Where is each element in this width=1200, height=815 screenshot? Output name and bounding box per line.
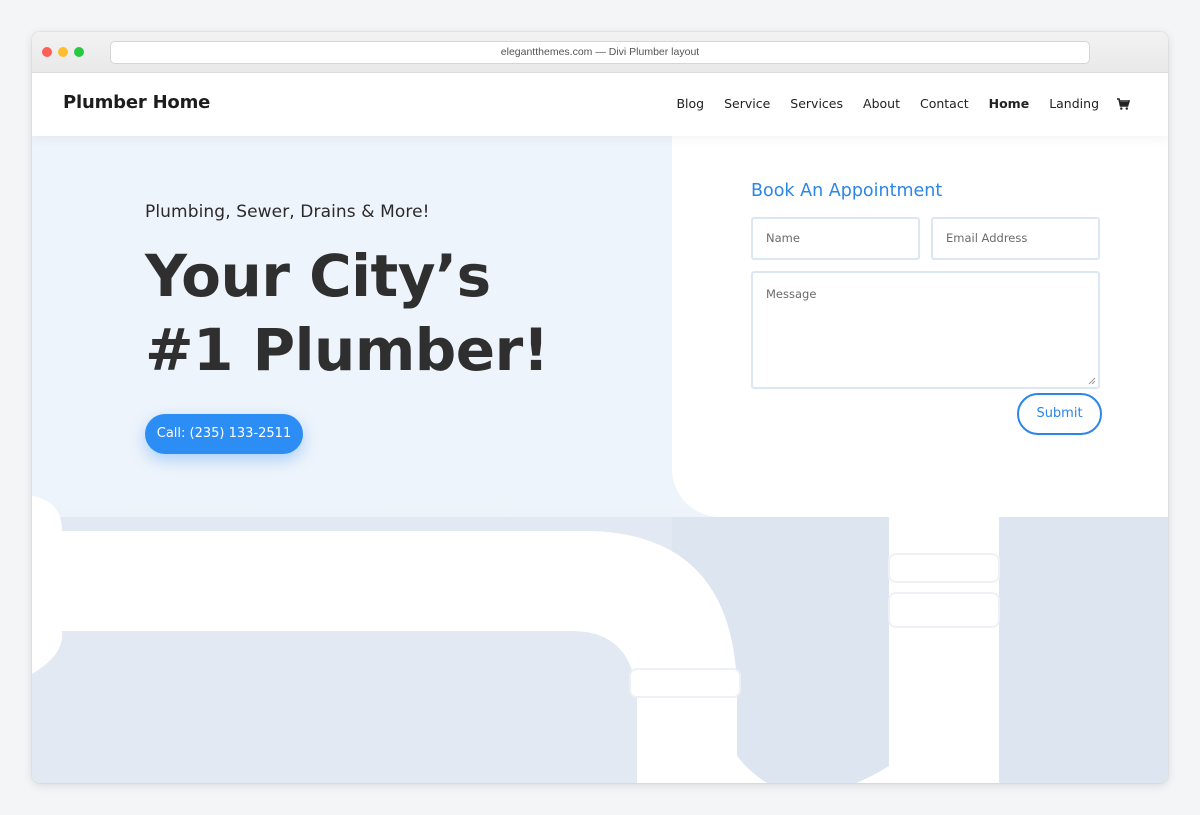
hero-headline: Your City’s #1 Plumber! [145,242,549,384]
webpage: Plumber Home Blog Service Services About… [32,73,1168,783]
maximize-window-button[interactable] [74,47,84,57]
email-field[interactable]: Email Address [931,217,1100,260]
main-nav: Blog Service Services About Contact Home… [656,96,1131,111]
form-title: Book An Appointment [751,181,943,201]
message-placeholder: Message [766,287,817,301]
browser-titlebar: elegantthemes.com — Divi Plumber layout [32,32,1168,73]
nav-item-blog[interactable]: Blog [676,96,704,111]
minimize-window-button[interactable] [58,47,68,57]
hero-subtitle: Plumbing, Sewer, Drains & More! [145,202,430,222]
close-window-button[interactable] [42,47,52,57]
nav-item-home[interactable]: Home [989,96,1030,111]
appointment-form-card: Book An Appointment Name Email Address M… [672,106,1168,517]
nav-item-contact[interactable]: Contact [920,96,969,111]
address-bar[interactable]: elegantthemes.com — Divi Plumber layout [110,41,1090,64]
cart-icon[interactable] [1116,97,1131,111]
nav-item-landing[interactable]: Landing [1049,96,1099,111]
hero-text-block: Plumbing, Sewer, Drains & More! Your Cit… [145,202,575,387]
hero-section: Plumbing, Sewer, Drains & More! Your Cit… [32,106,1168,783]
name-field[interactable]: Name [751,217,920,260]
site-logo[interactable]: Plumber Home [63,92,210,113]
browser-window: elegantthemes.com — Divi Plumber layout … [32,32,1168,783]
site-header: Plumber Home Blog Service Services About… [32,73,1168,136]
nav-item-about[interactable]: About [863,96,900,111]
call-button[interactable]: Call: (235) 133-2511 [145,414,303,454]
nav-item-services[interactable]: Services [790,96,843,111]
submit-button[interactable]: Submit [1017,393,1102,435]
nav-item-service[interactable]: Service [724,96,770,111]
resize-handle-icon[interactable] [1088,377,1096,385]
message-field[interactable]: Message [751,271,1100,389]
